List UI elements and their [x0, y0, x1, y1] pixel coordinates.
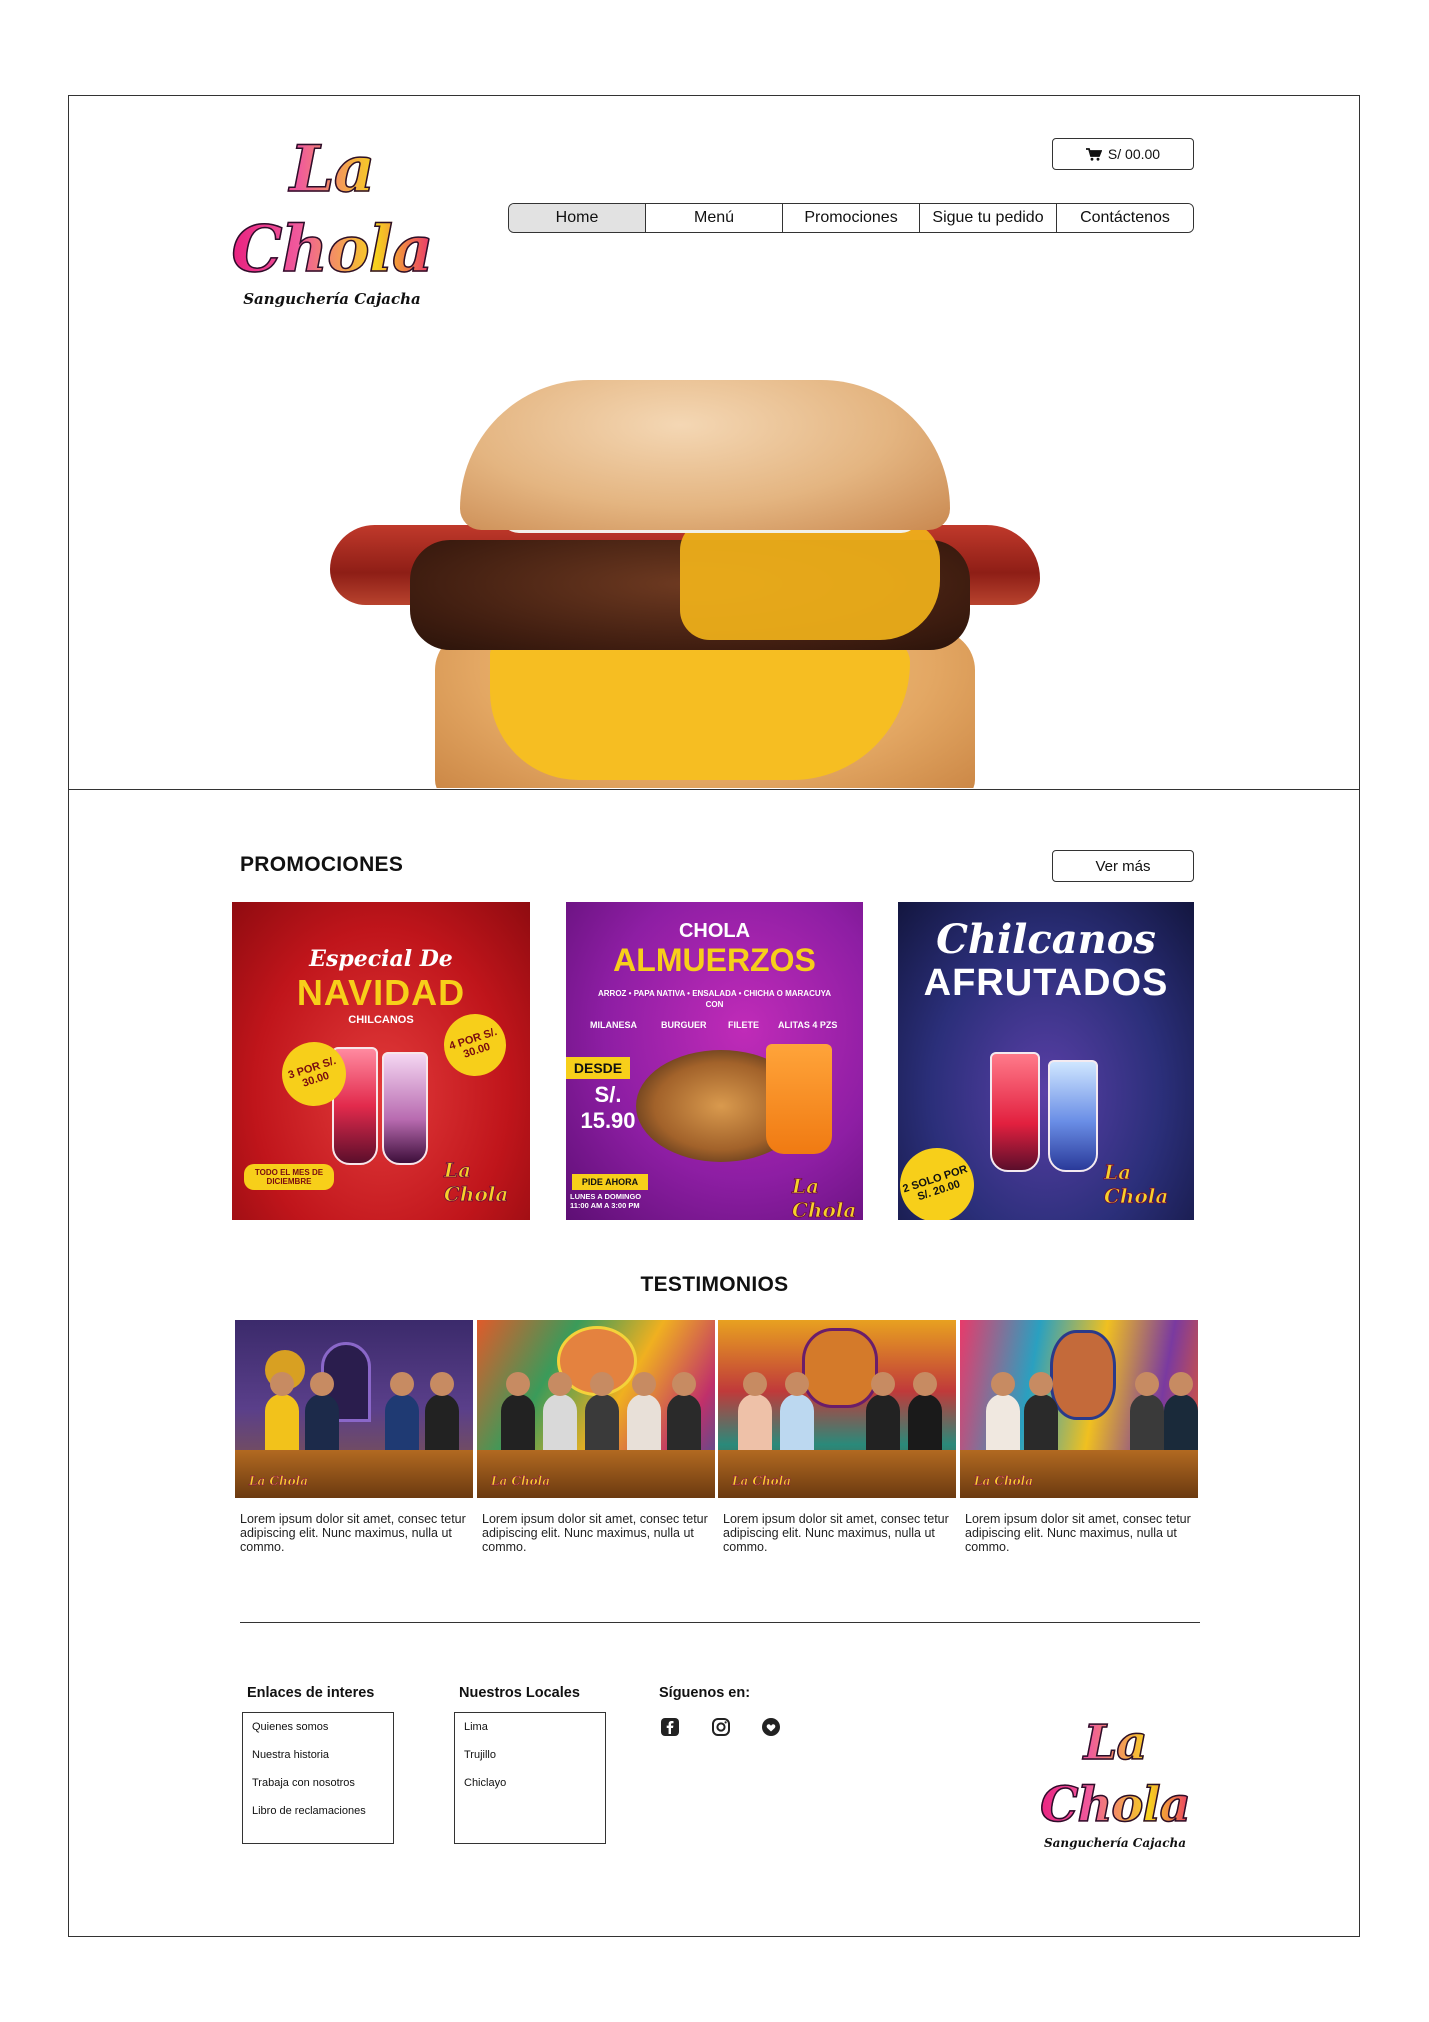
testimonial-photo[interactable]: La Chola [718, 1320, 956, 1498]
footer-brand-logo[interactable]: La Chola Sanguchería Cajacha [1030, 1712, 1200, 1850]
testimonial-photo[interactable]: La Chola [960, 1320, 1198, 1498]
promo-almuerzos-logo: La Chola [792, 1174, 857, 1220]
cart-total: S/ 00.00 [1107, 146, 1161, 162]
nav-tab-menu[interactable]: Menú [646, 204, 783, 232]
promo-card-almuerzos[interactable]: CHOLA ALMUERZOS ARROZ • PAPA NATIVA • EN… [566, 902, 863, 1220]
cart-button[interactable]: S/ 00.00 [1052, 138, 1194, 170]
footer-enlaces-title: Enlaces de interes [247, 1685, 375, 1701]
hero-divider [68, 789, 1360, 790]
footer-local-trujillo[interactable]: Trujillo [464, 1747, 605, 1775]
promo-chilcanos-logo: La Chola [1104, 1160, 1169, 1209]
promo-card-chilcanos[interactable]: Chilcanos AFRUTADOS 2 SOLO POR S/. 20.00… [898, 902, 1194, 1220]
nav-tab-home[interactable]: Home [509, 204, 646, 232]
promo-navidad-note: TODO EL MES DE DICIEMBRE [244, 1164, 334, 1190]
promo-almuerzos-price: S/. 15.90 [580, 1082, 636, 1133]
facebook-icon[interactable] [660, 1717, 680, 1737]
promociones-title: PROMOCIONES [240, 853, 404, 876]
footer-siguenos-title: Síguenos en: [659, 1685, 751, 1701]
footer-link-nuestra-historia[interactable]: Nuestra historia [252, 1747, 393, 1775]
promo-almuerzos-includes: ARROZ • PAPA NATIVA • ENSALADA • CHICHA … [598, 989, 831, 1009]
drink-glass [1048, 1060, 1098, 1172]
promo-card-navidad[interactable]: Especial De NAVIDAD CHILCANOS 3 POR S/. … [232, 902, 530, 1220]
testimonial-photo[interactable]: La Chola [477, 1320, 715, 1498]
testimonial-caption: Lorem ipsum dolor sit amet, consec tetur… [965, 1512, 1191, 1554]
testimonial-watermark: La Chola [974, 1474, 1034, 1489]
promo-almuerzos-opt-1: MILANESA [590, 1020, 637, 1030]
footer-local-lima[interactable]: Lima [464, 1719, 605, 1747]
drink-glass [766, 1044, 832, 1154]
nav-tab-contactenos[interactable]: Contáctenos [1057, 204, 1193, 232]
footer-locales-list: Lima Trujillo Chiclayo [454, 1712, 606, 1844]
footer-enlaces-list: Quienes somos Nuestra historia Trabaja c… [242, 1712, 394, 1844]
promo-almuerzos-hours: LUNES A DOMINGO 11:00 AM A 3:00 PM [570, 1192, 642, 1210]
testimonial-watermark: La Chola [491, 1474, 551, 1489]
promo-almuerzos-cta: PIDE AHORA [572, 1174, 648, 1190]
testimonial-caption: Lorem ipsum dolor sit amet, consec tetur… [482, 1512, 708, 1554]
hero-burger-image [300, 360, 1060, 788]
promo-navidad-heading: NAVIDAD [296, 972, 466, 1013]
brand-logo-wordmark: La Chola [222, 130, 442, 290]
heart-icon[interactable] [761, 1717, 781, 1737]
footer-link-quienes-somos[interactable]: Quienes somos [252, 1719, 393, 1747]
footer-brand-tagline: Sanguchería Cajacha [1043, 1836, 1187, 1850]
promo-almuerzos-small: CHOLA [678, 920, 751, 942]
testimonial-watermark: La Chola [732, 1474, 792, 1489]
promo-almuerzos-heading: ALMUERZOS [613, 942, 816, 978]
drink-glass [382, 1052, 428, 1165]
brand-logo[interactable]: La Chola Sanguchería Cajacha [222, 130, 442, 308]
footer-logo-wordmark: La Chola [1030, 1712, 1200, 1836]
footer-link-trabaja[interactable]: Trabaja con nosotros [252, 1775, 393, 1803]
promo-almuerzos-opt-2: BURGUER [661, 1020, 707, 1030]
instagram-icon[interactable] [711, 1717, 731, 1737]
testimonios-title: TESTIMONIOS [640, 1273, 789, 1296]
footer-divider [240, 1622, 1200, 1623]
promo-almuerzos-opt-3: FILETE [728, 1020, 759, 1030]
cart-icon [1085, 147, 1102, 161]
testimonial-watermark: La Chola [249, 1474, 309, 1489]
testimonial-caption: Lorem ipsum dolor sit amet, consec tetur… [240, 1512, 466, 1554]
footer-link-reclamaciones[interactable]: Libro de reclamaciones [252, 1803, 393, 1831]
brand-tagline: Sanguchería Cajacha [243, 290, 421, 308]
promo-almuerzos-desde: DESDE [566, 1057, 630, 1079]
drink-glass [990, 1052, 1040, 1172]
promo-navidad-logo: La Chola [444, 1158, 509, 1207]
nav-tab-promociones[interactable]: Promociones [783, 204, 920, 232]
testimonial-caption: Lorem ipsum dolor sit amet, consec tetur… [723, 1512, 949, 1554]
promo-chilcanos-heading: AFRUTADOS [923, 962, 1169, 1004]
promo-almuerzos-opt-4: ALITAS 4 PZS [778, 1020, 838, 1030]
footer-locales-title: Nuestros Locales [459, 1685, 580, 1701]
footer-local-chiclayo[interactable]: Chiclayo [464, 1775, 605, 1803]
promo-navidad-script: Especial De [309, 946, 453, 972]
nav-tab-sigue-pedido[interactable]: Sigue tu pedido [920, 204, 1057, 232]
testimonial-photo[interactable]: La Chola [235, 1320, 473, 1498]
ver-mas-button[interactable]: Ver más [1052, 850, 1194, 882]
promo-chilcanos-badge: 2 SOLO POR S/. 20.00 [898, 1138, 984, 1220]
promo-chilcanos-script: Chilcanos [936, 916, 1156, 963]
main-nav: Home Menú Promociones Sigue tu pedido Co… [508, 203, 1194, 233]
